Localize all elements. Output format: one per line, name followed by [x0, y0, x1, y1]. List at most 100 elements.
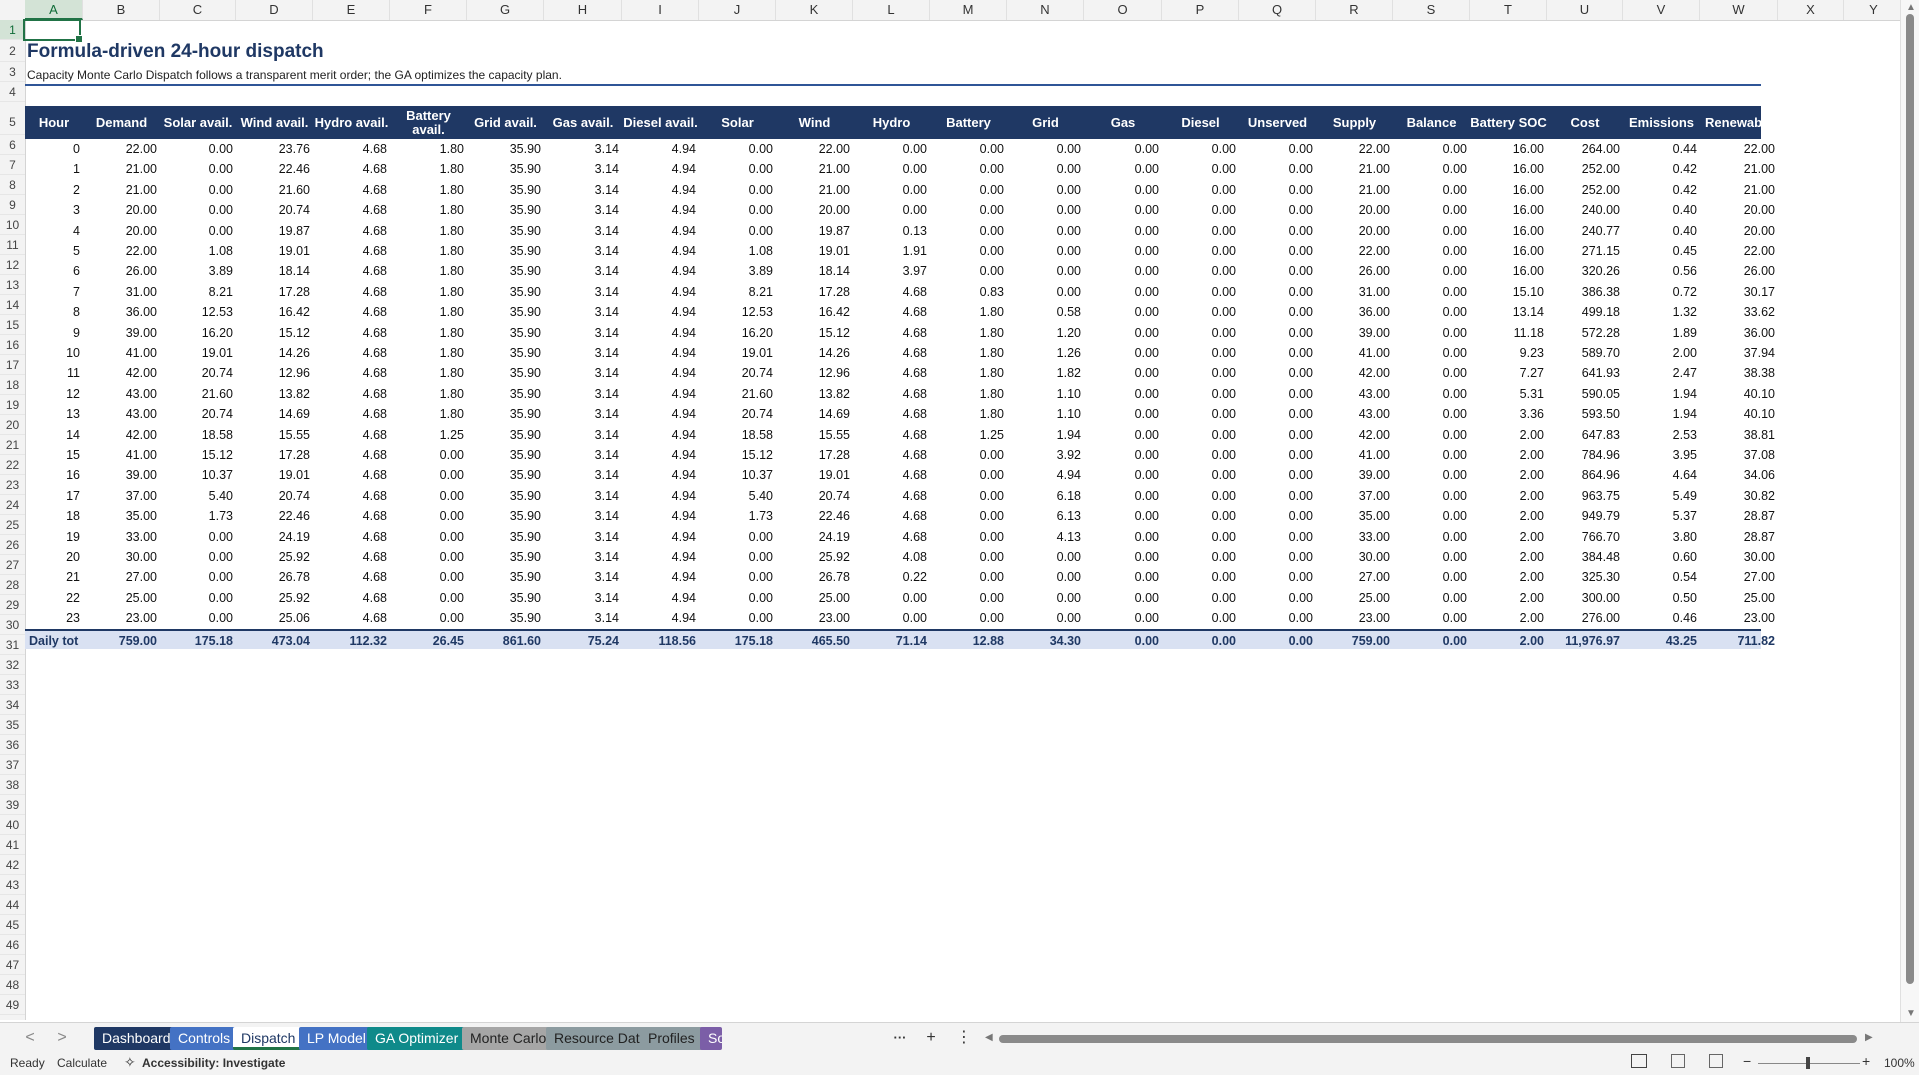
table-cell[interactable]: 21.00 — [83, 180, 160, 200]
zoom-level[interactable]: 100% — [1884, 1056, 1915, 1070]
table-cell[interactable]: 0.00 — [930, 200, 1007, 220]
table-cell[interactable]: 0.00 — [1084, 527, 1162, 547]
table-cell[interactable]: 21.60 — [699, 384, 776, 404]
table-cell[interactable]: 0.00 — [1393, 404, 1470, 424]
table-cell[interactable]: 0.00 — [160, 547, 236, 567]
table-cell[interactable]: 4.94 — [622, 139, 699, 159]
table-cell[interactable]: 12.53 — [699, 302, 776, 322]
table-cell[interactable]: 7 — [25, 282, 83, 302]
table-cell[interactable]: 175.18 — [699, 631, 776, 651]
table-cell[interactable]: 4.68 — [853, 527, 930, 547]
column-header-d[interactable]: D — [236, 0, 313, 20]
table-cell[interactable]: 8.21 — [160, 282, 236, 302]
table-cell[interactable]: 0.00 — [1239, 425, 1316, 445]
table-cell[interactable]: 25.00 — [1700, 588, 1778, 608]
table-cell[interactable]: 0.00 — [1239, 486, 1316, 506]
table-cell[interactable]: 3.14 — [544, 404, 622, 424]
table-cell[interactable]: 0.00 — [1162, 159, 1239, 179]
table-cell[interactable]: 4.68 — [853, 343, 930, 363]
table-cell[interactable]: 0.00 — [1239, 567, 1316, 587]
table-cell[interactable]: 4.68 — [853, 486, 930, 506]
table-cell[interactable]: 3.14 — [544, 363, 622, 383]
table-cell[interactable]: 0.45 — [1623, 241, 1700, 261]
table-cell[interactable]: 1.08 — [699, 241, 776, 261]
row-header-13[interactable]: 13 — [0, 275, 25, 295]
table-cell[interactable]: 19.87 — [776, 221, 853, 241]
table-cell[interactable]: 26.45 — [390, 631, 467, 651]
table-cell[interactable]: 18 — [25, 506, 83, 526]
table-cell[interactable]: 3.89 — [699, 261, 776, 281]
table-cell[interactable]: 0.00 — [1239, 588, 1316, 608]
sheet-tab-dashboard[interactable]: Dashboard — [94, 1027, 179, 1050]
table-cell[interactable]: 1.80 — [930, 363, 1007, 383]
table-cell[interactable]: 27.00 — [1700, 567, 1778, 587]
table-cell[interactable]: 0.00 — [1084, 323, 1162, 343]
table-cell[interactable]: 0.00 — [1084, 343, 1162, 363]
table-cell[interactable]: 240.00 — [1547, 200, 1623, 220]
table-cell[interactable]: 35.90 — [467, 567, 544, 587]
table-cell[interactable]: 0.00 — [699, 159, 776, 179]
table-cell[interactable]: 0.00 — [1393, 343, 1470, 363]
table-cell[interactable]: 4.68 — [313, 139, 390, 159]
column-header-m[interactable]: M — [930, 0, 1007, 20]
table-cell[interactable]: 4.94 — [622, 261, 699, 281]
table-cell[interactable]: 35.90 — [467, 588, 544, 608]
table-cell[interactable]: 21.60 — [160, 384, 236, 404]
table-cell[interactable]: 3.14 — [544, 159, 622, 179]
row-header-20[interactable]: 20 — [0, 415, 25, 435]
table-cell[interactable]: 0.00 — [1162, 486, 1239, 506]
table-cell[interactable]: 35.90 — [467, 486, 544, 506]
table-cell[interactable]: 0.00 — [1393, 547, 1470, 567]
table-cell[interactable]: 27.00 — [83, 567, 160, 587]
table-cell[interactable]: 39.00 — [83, 323, 160, 343]
table-cell[interactable]: 1.80 — [390, 384, 467, 404]
active-cell-a1[interactable] — [23, 19, 83, 43]
table-cell[interactable]: 0.00 — [1007, 139, 1084, 159]
tab-next-button[interactable]: > — [52, 1028, 72, 1048]
table-cell[interactable]: 20.74 — [699, 363, 776, 383]
table-cell[interactable]: 19.01 — [236, 465, 313, 485]
table-cell[interactable]: 4.94 — [622, 567, 699, 587]
table-cell[interactable]: 0.00 — [853, 180, 930, 200]
table-cell[interactable]: 0.00 — [1162, 384, 1239, 404]
table-cell[interactable]: 3.14 — [544, 588, 622, 608]
table-cell[interactable]: 0.00 — [930, 139, 1007, 159]
table-cell[interactable]: 4.94 — [622, 282, 699, 302]
sheet-tab-lp-model[interactable]: LP Model — [299, 1027, 374, 1050]
table-cell[interactable]: 22.00 — [1316, 241, 1393, 261]
table-cell[interactable]: 11,976.97 — [1547, 631, 1623, 651]
table-cell[interactable]: 18.58 — [699, 425, 776, 445]
column-header-q[interactable]: Q — [1239, 0, 1316, 20]
row-header-23[interactable]: 23 — [0, 475, 25, 495]
table-cell[interactable]: 0.00 — [930, 547, 1007, 567]
table-cell[interactable]: 40.10 — [1700, 404, 1778, 424]
table-cell[interactable]: 572.28 — [1547, 323, 1623, 343]
column-header-f[interactable]: F — [390, 0, 467, 20]
zoom-slider-thumb[interactable] — [1806, 1057, 1810, 1069]
table-cell[interactable]: 0.00 — [1162, 425, 1239, 445]
table-cell[interactable]: 19.01 — [776, 241, 853, 261]
table-cell[interactable]: 12 — [25, 384, 83, 404]
table-cell[interactable]: 252.00 — [1547, 180, 1623, 200]
table-cell[interactable]: 3.14 — [544, 608, 622, 628]
table-cell[interactable]: 0.00 — [1239, 608, 1316, 628]
table-cell[interactable]: 0.00 — [390, 588, 467, 608]
table-cell[interactable]: 1.73 — [160, 506, 236, 526]
row-header-16[interactable]: 16 — [0, 335, 25, 355]
table-cell[interactable]: 0.00 — [1239, 323, 1316, 343]
table-cell[interactable]: 0.00 — [1239, 631, 1316, 651]
table-cell[interactable]: 8 — [25, 302, 83, 322]
table-cell[interactable]: 26.78 — [236, 567, 313, 587]
table-cell[interactable]: 0.00 — [1239, 139, 1316, 159]
row-header-5[interactable]: 5 — [0, 102, 25, 135]
table-cell[interactable]: 35.90 — [467, 343, 544, 363]
table-cell[interactable]: 2.00 — [1470, 631, 1547, 651]
accessibility-status[interactable]: Accessibility: Investigate — [142, 1056, 285, 1070]
table-cell[interactable]: 4.68 — [313, 261, 390, 281]
table-cell[interactable]: 0.42 — [1623, 180, 1700, 200]
scroll-right-icon[interactable]: ▶ — [1865, 1032, 1873, 1043]
column-header-r[interactable]: R — [1316, 0, 1393, 20]
table-cell[interactable]: 30.82 — [1700, 486, 1778, 506]
table-cell[interactable]: 4.68 — [313, 302, 390, 322]
table-cell[interactable]: 2.00 — [1470, 588, 1547, 608]
